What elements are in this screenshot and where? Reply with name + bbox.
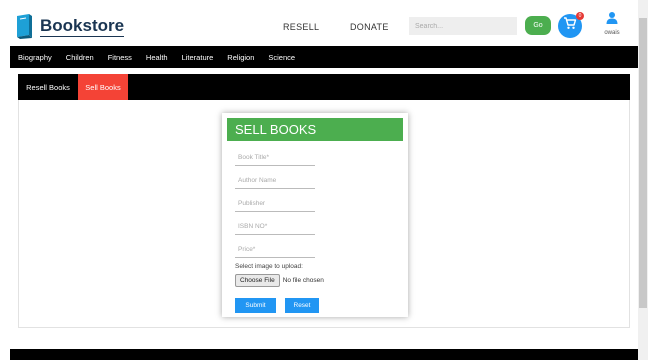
- choose-file-button[interactable]: Choose File: [235, 274, 280, 287]
- upload-label: Select image to upload:: [235, 263, 303, 270]
- reset-button[interactable]: Reset: [285, 298, 319, 313]
- search-go-button[interactable]: Go: [525, 16, 551, 35]
- submit-button[interactable]: Submit: [235, 298, 276, 313]
- category-biography[interactable]: Biography: [18, 53, 52, 62]
- tab-resell-books[interactable]: Resell Books: [18, 74, 78, 100]
- tab-bar: Resell Books Sell Books: [18, 74, 630, 100]
- book-icon: [14, 13, 34, 39]
- author-name-field[interactable]: [235, 172, 315, 189]
- category-children[interactable]: Children: [66, 53, 94, 62]
- category-religion[interactable]: Religion: [227, 53, 254, 62]
- cart-button[interactable]: 0: [558, 12, 584, 38]
- nav-donate-link[interactable]: DONATE: [350, 22, 389, 32]
- user-name: owais: [604, 30, 620, 36]
- header: Bookstore RESELL DONATE Go 0: [10, 8, 638, 46]
- logo[interactable]: Bookstore: [14, 13, 125, 39]
- user-menu[interactable]: owais: [600, 11, 624, 36]
- nav-resell-link[interactable]: RESELL: [283, 22, 319, 32]
- sell-books-form: SELL BOOKS Select image to upload: Choos…: [222, 113, 408, 317]
- category-health[interactable]: Health: [146, 53, 168, 62]
- book-title-field[interactable]: [235, 149, 315, 166]
- publisher-field[interactable]: [235, 195, 315, 212]
- search-input[interactable]: [409, 17, 517, 35]
- file-status: No file chosen: [282, 277, 324, 284]
- user-icon: [606, 11, 618, 28]
- price-field[interactable]: [235, 241, 315, 258]
- brand-name: Bookstore: [40, 15, 125, 37]
- cart-icon: [563, 17, 577, 35]
- scrollbar-thumb[interactable]: [639, 18, 647, 308]
- isbn-field[interactable]: [235, 218, 315, 235]
- category-literature[interactable]: Literature: [182, 53, 214, 62]
- cart-count-badge: 0: [576, 12, 584, 20]
- form-title: SELL BOOKS: [227, 118, 403, 141]
- footer: [10, 349, 638, 360]
- category-fitness[interactable]: Fitness: [108, 53, 132, 62]
- file-input: Choose File No file chosen: [235, 274, 324, 287]
- scrollbar[interactable]: [638, 0, 648, 360]
- category-science[interactable]: Science: [268, 53, 295, 62]
- tab-sell-books[interactable]: Sell Books: [78, 74, 128, 100]
- category-bar: Biography Children Fitness Health Litera…: [10, 46, 638, 68]
